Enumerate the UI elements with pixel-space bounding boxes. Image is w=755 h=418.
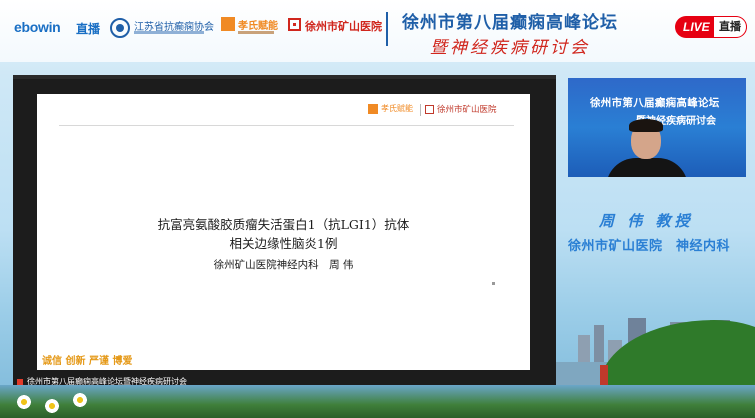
presentation-slide: 孝氏赋能 徐州市矿山医院 抗富亮氨酸胶质瘤失活蛋白1（抗LGI1）抗体 相关边缘… (37, 94, 530, 370)
speaker-name: 周 伟 教授 (599, 212, 694, 230)
slide-title-line2: 相关边缘性脑炎1例 (229, 236, 338, 251)
speaker-video-title: 徐州市第八届癫痫高峰论坛 (590, 97, 720, 109)
sponsor-mark-icon (221, 17, 235, 31)
top-banner: ebowin 直播 江苏省抗癫痫协会 孝氏赋能 徐州市矿山医院 徐州市第八届癫痫… (0, 0, 755, 62)
speaker-body (606, 158, 688, 177)
slide-sponsor-mark-icon (368, 104, 378, 114)
slide-footer-motto: 诚信 创新 严谨 博爱 (42, 356, 133, 367)
association-seal-icon (110, 18, 130, 38)
flower-decoration (44, 398, 60, 414)
sponsor-name: 孝氏赋能 (238, 21, 278, 32)
speaker-affiliation: 徐州市矿山医院 神经内科 (568, 239, 731, 254)
live-badge[interactable]: LIVE 直播 (675, 16, 747, 38)
live-badge-zh: 直播 (713, 16, 747, 38)
cursor-dot (492, 282, 495, 285)
flower-decoration (16, 394, 32, 410)
slide-hospital-mark-icon (425, 105, 434, 114)
ground (0, 385, 755, 418)
forum-title: 徐州市第八届癫痫高峰论坛 (402, 13, 618, 33)
share-caption: 徐州市第八届癫痫高峰论坛暨神经疾病研讨会 (17, 376, 187, 387)
platform-live-label: 直播 (76, 22, 101, 36)
speaker-hair (629, 119, 663, 132)
header-divider (386, 12, 388, 46)
hospital-name: 徐州市矿山医院 (305, 20, 382, 33)
slide-title: 抗富亮氨酸胶质瘤失活蛋白1（抗LGI1）抗体 相关边缘性脑炎1例 (37, 215, 530, 253)
sponsor-subtitle-bar (238, 31, 274, 34)
slide-logos: 孝氏赋能 徐州市矿山医院 (368, 104, 518, 118)
slide-title-line1: 抗富亮氨酸胶质瘤失活蛋白1（抗LGI1）抗体 (157, 217, 410, 232)
slide-author: 徐州矿山医院神经内科 周 伟 (213, 259, 354, 271)
hospital-mark-icon (288, 18, 301, 31)
forum-subtitle: 暨神经疾病研讨会 (430, 38, 590, 58)
slide-header-rule (59, 125, 514, 126)
flower-decoration (72, 392, 88, 408)
live-badge-text: LIVE (683, 20, 710, 34)
screen-share-window[interactable]: 孝氏赋能 徐州市矿山医院 抗富亮氨酸胶质瘤失活蛋白1（抗LGI1）抗体 相关边缘… (13, 75, 556, 387)
ebowin-logo: ebowin (14, 19, 61, 35)
slide-sponsor-logo: 孝氏赋能 (368, 104, 416, 116)
speaker-video[interactable]: 徐州市第八届癫痫高峰论坛 暨神经疾病研讨会 (568, 78, 746, 177)
association-subtitle-bar (134, 31, 204, 34)
association-logo: 江苏省抗癫痫协会 (110, 16, 214, 42)
